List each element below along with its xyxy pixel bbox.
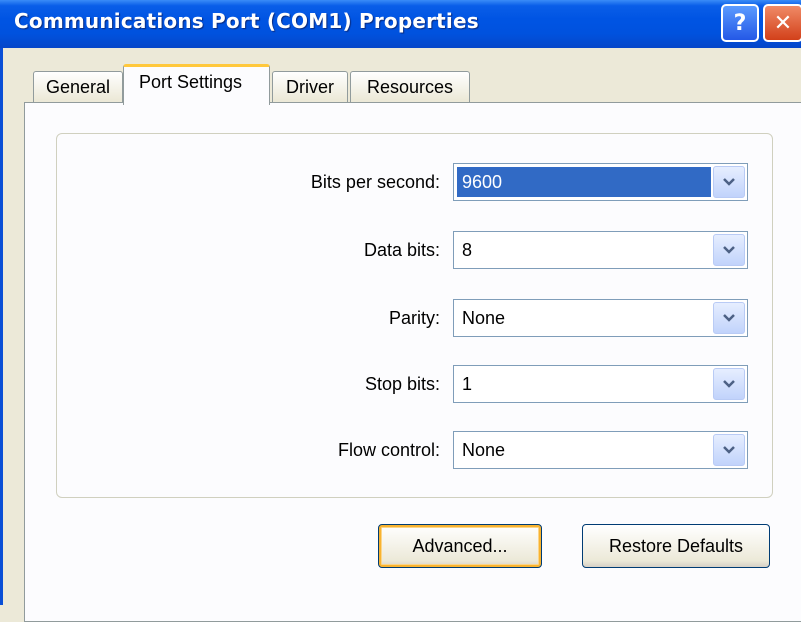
parity-value: None: [462, 308, 506, 328]
flow-control-label: Flow control:: [337, 440, 440, 460]
parity-label: Parity:: [388, 308, 440, 328]
dropdown-button[interactable]: [713, 368, 745, 400]
dropdown-button[interactable]: [713, 166, 745, 198]
dropdown-button[interactable]: [713, 234, 745, 266]
flow-control-value: None: [462, 440, 506, 460]
data-bits-value: 8: [462, 240, 473, 260]
advanced-button-label: Advanced...: [412, 535, 508, 556]
stop-bits-label: Stop bits:: [364, 374, 440, 394]
stop-bits-select[interactable]: 1: [453, 365, 748, 403]
bits-per-second-select[interactable]: 9600: [453, 163, 748, 201]
chevron-down-icon: [723, 380, 735, 388]
chevron-down-icon: [723, 314, 735, 322]
title-bar[interactable]: Communications Port (COM1) Properties ? …: [0, 0, 801, 48]
close-icon: ✕: [773, 10, 793, 36]
tab-port-settings[interactable]: Port Settings: [123, 64, 270, 105]
tab-resources[interactable]: Resources: [350, 71, 470, 103]
tab-label: General: [45, 77, 111, 97]
close-button[interactable]: ✕: [763, 4, 801, 42]
tab-label: Resources: [366, 77, 454, 97]
flow-control-select[interactable]: None: [453, 431, 748, 469]
restore-defaults-button[interactable]: Restore Defaults: [582, 524, 770, 568]
chevron-down-icon: [723, 178, 735, 186]
data-bits-select[interactable]: 8: [453, 231, 748, 269]
help-icon: ?: [733, 10, 747, 36]
tab-driver[interactable]: Driver: [272, 71, 348, 103]
tab-label: Port Settings: [139, 72, 243, 92]
tab-general[interactable]: General: [33, 71, 123, 103]
advanced-button[interactable]: Advanced...: [378, 524, 542, 568]
help-button[interactable]: ?: [721, 4, 759, 42]
parity-select[interactable]: None: [453, 299, 748, 337]
dropdown-button[interactable]: [713, 302, 745, 334]
stop-bits-value: 1: [462, 374, 473, 394]
restore-defaults-button-label: Restore Defaults: [608, 535, 744, 556]
bits-per-second-value: 9600: [457, 167, 711, 197]
window-title: Communications Port (COM1) Properties: [14, 9, 479, 33]
tab-label: Driver: [286, 77, 334, 97]
data-bits-label: Data bits:: [363, 240, 440, 260]
dropdown-button[interactable]: [713, 434, 745, 466]
bits-per-second-label: Bits per second:: [310, 172, 440, 192]
chevron-down-icon: [723, 446, 735, 454]
chevron-down-icon: [723, 246, 735, 254]
